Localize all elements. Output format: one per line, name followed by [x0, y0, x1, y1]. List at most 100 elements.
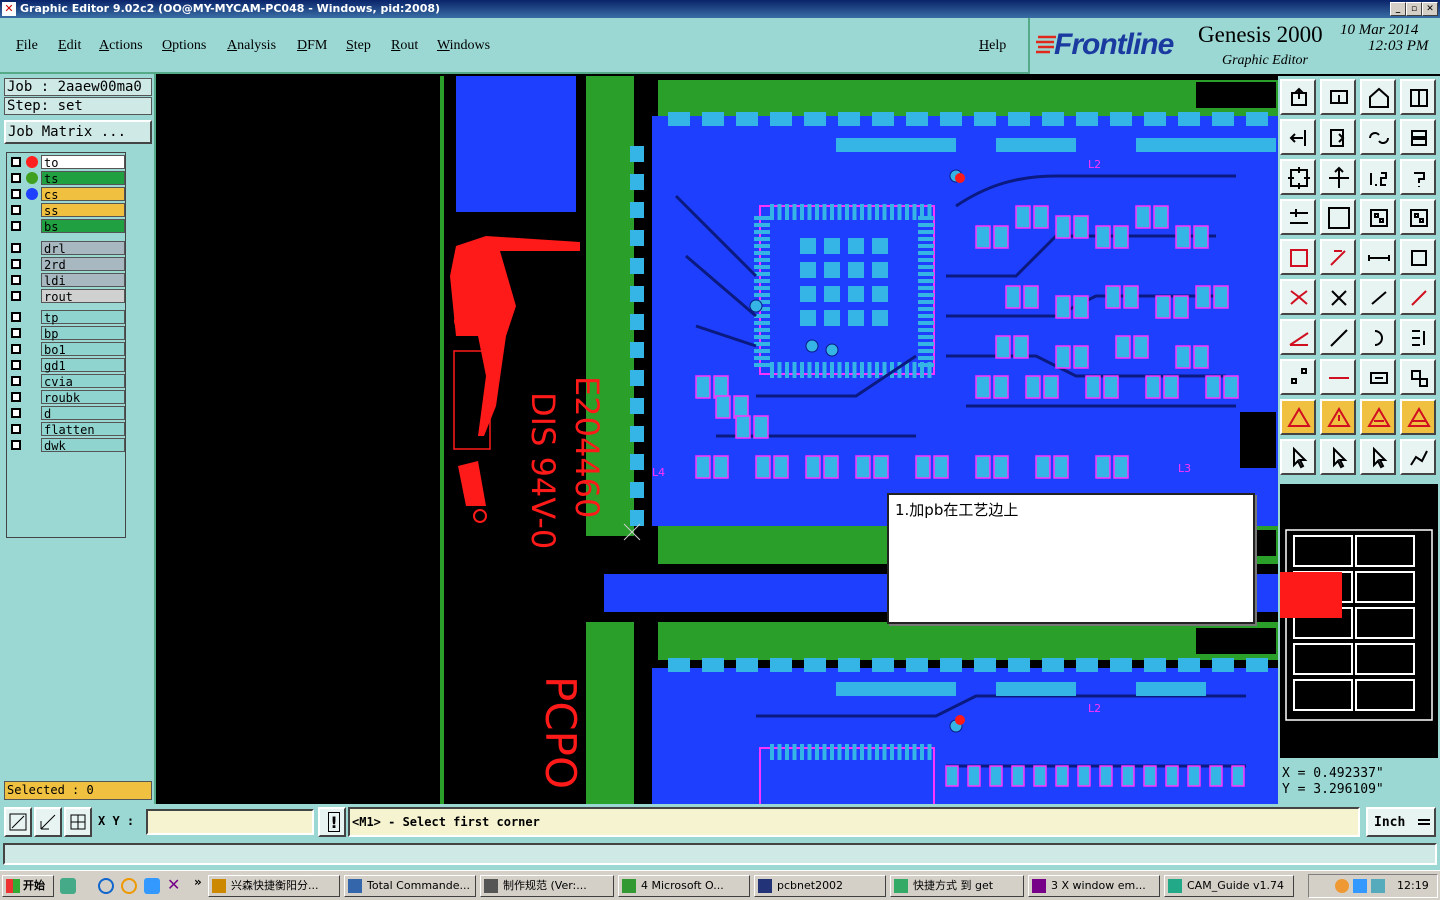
layer-row-cs[interactable]: cs	[9, 187, 125, 202]
grid-display-button[interactable]	[1320, 199, 1356, 235]
undo-redo-button[interactable]	[1360, 119, 1396, 155]
select-box-button[interactable]	[1320, 439, 1356, 475]
home-button[interactable]	[1360, 79, 1396, 115]
add-circle-button[interactable]	[1400, 239, 1436, 275]
job-matrix-button[interactable]: Job Matrix ...	[4, 120, 152, 144]
line-snap-button[interactable]	[1320, 359, 1356, 395]
layer-checkbox[interactable]	[11, 424, 21, 434]
taskbar-item[interactable]: 制作规范 (Ver:...	[480, 875, 614, 897]
menu-actions[interactable]: Actions	[99, 38, 143, 54]
delete-feature-button[interactable]	[1320, 279, 1356, 315]
layer-row-bp[interactable]: bp	[9, 326, 125, 341]
layer-row-rout[interactable]: rout	[9, 289, 125, 304]
taskbar-item[interactable]: 兴森快捷衡阳分...	[208, 875, 340, 897]
select-net-button[interactable]	[1400, 439, 1436, 475]
layer-checkbox[interactable]	[11, 344, 21, 354]
save-button[interactable]	[1320, 79, 1356, 115]
layer-checkbox[interactable]	[11, 157, 21, 167]
menu-file[interactable]: File	[16, 38, 38, 54]
menu-options[interactable]: Options	[162, 38, 206, 54]
menu-edit[interactable]: Edit	[58, 38, 81, 54]
pan-button[interactable]	[1320, 159, 1356, 195]
step-map[interactable]	[1280, 484, 1438, 758]
warning-button[interactable]: !	[318, 807, 346, 837]
layer-checkbox[interactable]	[11, 189, 21, 199]
dimension-button[interactable]	[1360, 359, 1396, 395]
help-query-button[interactable]	[1400, 159, 1436, 195]
layer-checkbox[interactable]	[11, 221, 21, 231]
layer-row-bs[interactable]: bs	[9, 219, 125, 234]
ie-icon[interactable]	[98, 878, 114, 894]
menu-rout[interactable]: Rout	[391, 38, 418, 54]
triangle-a-button[interactable]	[1280, 399, 1316, 435]
layer-row-ts[interactable]: ts	[9, 171, 125, 186]
layer-row-ss[interactable]: ss	[9, 203, 125, 218]
layer-row-cvia[interactable]: cvia	[9, 374, 125, 389]
move-feature-button[interactable]	[1360, 279, 1396, 315]
xwindow-icon[interactable]: ✕	[167, 875, 180, 894]
window-split-button[interactable]	[1400, 79, 1436, 115]
menu-help[interactable]: Help	[979, 38, 1006, 54]
layer-checkbox[interactable]	[11, 205, 21, 215]
minimize-button[interactable]: _	[1390, 2, 1406, 16]
units-selector[interactable]: Inch	[1366, 807, 1436, 837]
taskbar-item[interactable]: 快捷方式 到 get	[890, 875, 1024, 897]
route-net-button[interactable]	[1280, 279, 1316, 315]
maximize-button[interactable]: ▫	[1406, 2, 1422, 16]
load-step-button[interactable]	[1320, 119, 1356, 155]
graphic-canvas[interactable]: L2 L3 L4 L2 E204460 DIS 94V-0 PCPO 1.加pb在工艺边上	[156, 76, 1278, 804]
open-job-button[interactable]	[1280, 79, 1316, 115]
tray-icon-3[interactable]	[1371, 879, 1385, 893]
close-button[interactable]: ✕	[1422, 2, 1438, 16]
triangle-c-button[interactable]	[1360, 399, 1396, 435]
taskbar-item[interactable]: 4 Microsoft O...	[618, 875, 750, 897]
pad-snap-button[interactable]	[1280, 359, 1316, 395]
layer-checkbox[interactable]	[11, 312, 21, 322]
line-tool-button[interactable]	[1280, 319, 1316, 355]
text-tool-button[interactable]	[1400, 319, 1436, 355]
triangle-d-button[interactable]	[1400, 399, 1436, 435]
add-pad-button[interactable]	[1280, 239, 1316, 275]
layer-row-roubk[interactable]: roubk	[9, 390, 125, 405]
tray-icon-2[interactable]	[1353, 879, 1367, 893]
menu-dfm[interactable]: DFM	[297, 38, 327, 54]
feature-filter-button[interactable]	[1400, 199, 1436, 235]
arc-tool-button[interactable]	[1360, 319, 1396, 355]
layer-row-to[interactable]: to	[9, 155, 125, 170]
select-drag-button[interactable]	[1360, 439, 1396, 475]
taskbar-item[interactable]: Total Commande...	[344, 875, 476, 897]
browser-icon[interactable]	[144, 878, 160, 894]
close-window-button[interactable]	[1280, 119, 1316, 155]
layer-checkbox[interactable]	[11, 259, 21, 269]
taskbar-item[interactable]: 3 X window em...	[1028, 875, 1160, 897]
layer-row-dwk[interactable]: dwk	[9, 438, 125, 453]
grid-button[interactable]	[64, 807, 92, 837]
scale-1-2-button[interactable]	[1360, 159, 1396, 195]
layer-checkbox[interactable]	[11, 440, 21, 450]
layer-checkbox[interactable]	[11, 392, 21, 402]
pcb-drawing[interactable]: L2 L3 L4 L2 E204460DIS 94V-0 PCPO	[156, 76, 1278, 804]
xy-input[interactable]	[146, 809, 314, 835]
layer-row-tp[interactable]: tp	[9, 310, 125, 325]
layer-checkbox[interactable]	[11, 243, 21, 253]
triangle-b-button[interactable]	[1320, 399, 1356, 435]
taskbar-item[interactable]: pcbnet2002	[754, 875, 886, 897]
layer-row-ldi[interactable]: ldi	[9, 273, 125, 288]
layer-row-drl[interactable]: drl	[9, 241, 125, 256]
layer-checkbox[interactable]	[11, 275, 21, 285]
polygon-button[interactable]	[1400, 359, 1436, 395]
menu-windows[interactable]: Windows	[437, 38, 490, 54]
feature-select-button[interactable]	[1360, 199, 1396, 235]
clock-app-icon[interactable]	[121, 878, 137, 894]
measure-button[interactable]	[1360, 239, 1396, 275]
zoom-area-button[interactable]	[34, 807, 62, 837]
layer-row-2rd[interactable]: 2rd	[9, 257, 125, 272]
step-map-drawing[interactable]	[1280, 484, 1438, 758]
layer-checkbox[interactable]	[11, 360, 21, 370]
zoom-fit-button[interactable]	[4, 807, 32, 837]
fit-screen-button[interactable]	[1280, 159, 1316, 195]
layer-checkbox[interactable]	[11, 173, 21, 183]
layer-row-flatten[interactable]: flatten	[9, 422, 125, 437]
select-pointer-button[interactable]	[1280, 439, 1316, 475]
layer-settings-button[interactable]	[1280, 199, 1316, 235]
